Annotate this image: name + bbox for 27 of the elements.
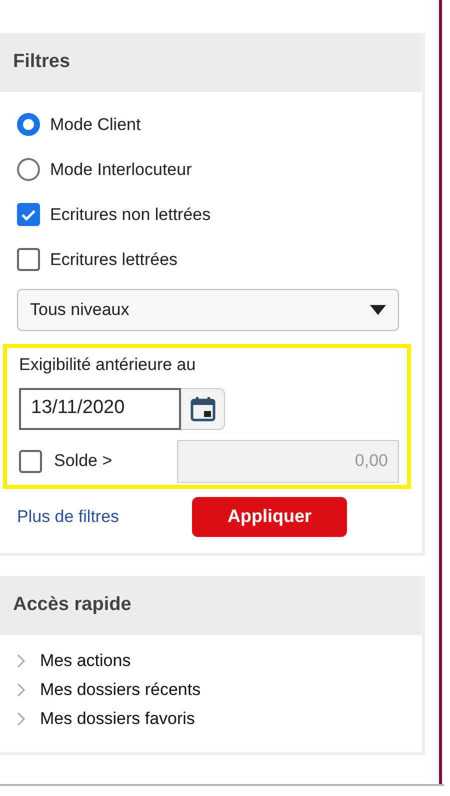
panel-title: Accès rapide (0, 576, 422, 634)
checkbox[interactable] (17, 203, 40, 226)
checkbox-label: Ecritures lettrées (50, 248, 178, 271)
quick-link[interactable]: Mes dossiers récents (40, 677, 201, 703)
chevron-icon (17, 654, 26, 668)
radio-button[interactable] (17, 113, 40, 136)
radio-label: Mode Interlocuteur (50, 158, 192, 181)
date-field[interactable]: 13/11/2020 (19, 388, 181, 430)
field-label: Exigibilité antérieure au (19, 354, 197, 376)
checkbox-label: Solde > (54, 450, 112, 472)
apply-button[interactable]: Appliquer (192, 496, 348, 536)
panel-title: Filtres (0, 33, 422, 92)
quick-link[interactable]: Mes dossiers favoris (40, 706, 195, 732)
radio-button[interactable] (17, 158, 40, 181)
calendar-icon (188, 394, 216, 422)
checkbox[interactable] (17, 248, 40, 271)
calendar-button[interactable] (181, 388, 225, 430)
radio-label: Mode Client (50, 114, 141, 136)
quick-link[interactable]: Mes actions (40, 648, 131, 674)
level-dropdown[interactable]: Tous niveaux (17, 289, 399, 331)
more-filters-link[interactable]: Plus de filtres (17, 504, 120, 530)
caret-icon (370, 305, 386, 315)
check-icon (21, 208, 36, 220)
checkbox-label: Ecritures non lettrées (50, 204, 211, 226)
dropdown-value: Tous niveaux (30, 299, 130, 322)
chevron-icon (17, 683, 26, 697)
chevron-icon (17, 712, 26, 726)
